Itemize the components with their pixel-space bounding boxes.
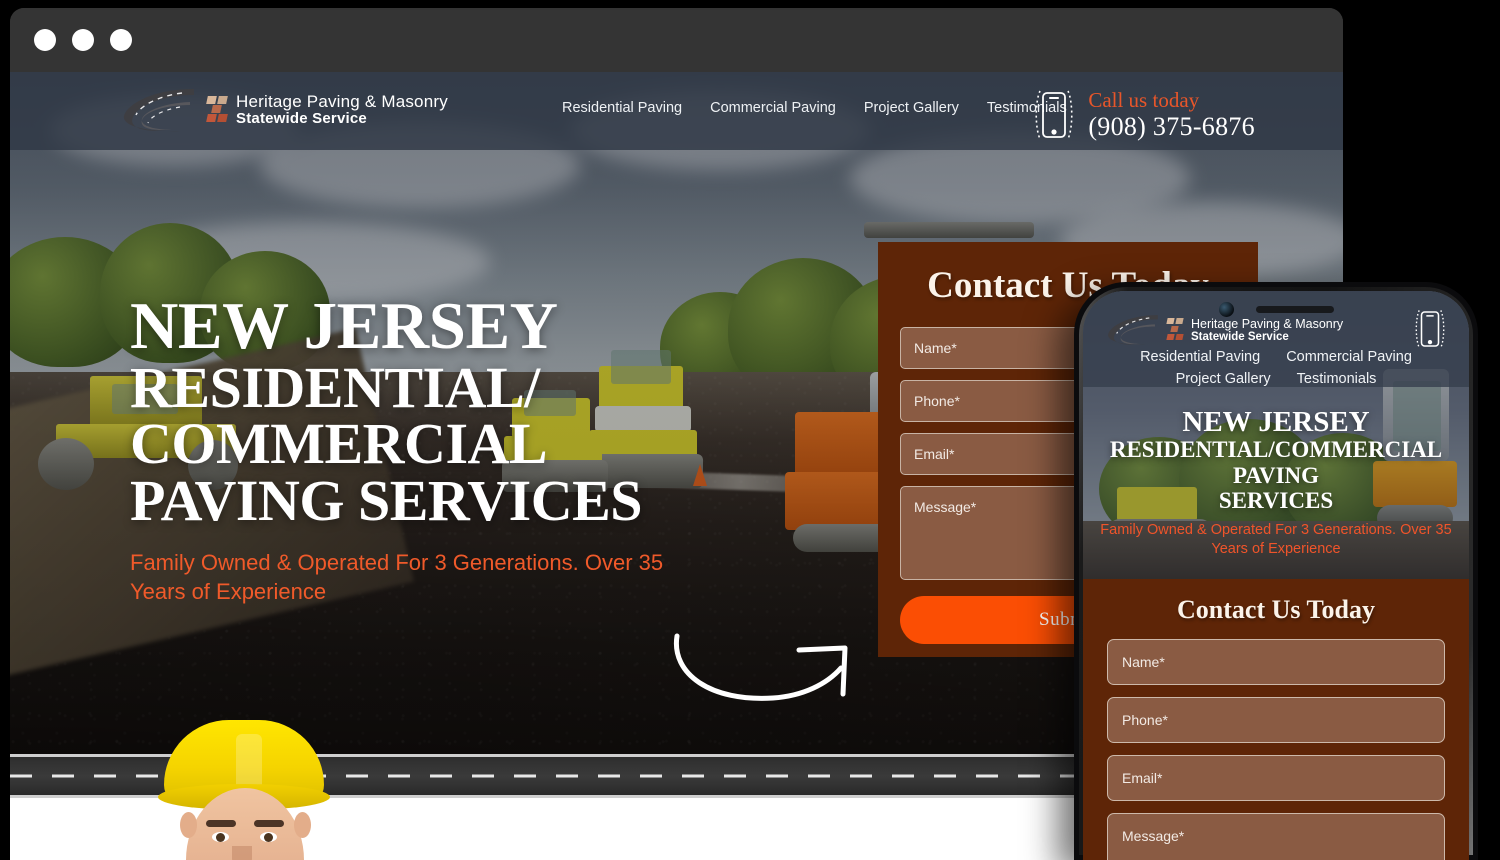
phone-mockup: Heritage Paving & Masonry Statewide Serv… <box>1074 282 1478 860</box>
window-close-dot[interactable] <box>34 29 56 51</box>
mobile-navigation: Residential Paving Commercial Paving Pro… <box>1083 349 1469 387</box>
phone-screen: Heritage Paving & Masonry Statewide Serv… <box>1083 291 1469 860</box>
nav-item-commercial-paving[interactable]: Commercial Paving <box>710 100 836 116</box>
hero-headline: NEW JERSEY RESIDENTIAL/ COMMERCIAL PAVIN… <box>130 293 770 534</box>
earpiece-speaker <box>1255 305 1334 313</box>
mobile-contact-form-card: Contact Us Today <box>1083 579 1469 860</box>
logo-tagline: Statewide Service <box>236 110 367 128</box>
phone-number[interactable]: (908) 375-6876 <box>1088 112 1255 142</box>
call-us-label: Call us today <box>1088 88 1200 112</box>
mobile-logo-tagline: Statewide Service <box>1191 330 1289 343</box>
mobile-phone-icon <box>1035 90 1073 140</box>
brick-logo-icon <box>206 95 228 125</box>
mobile-hero-subheadline: Family Owned & Operated For 3 Generation… <box>1100 522 1452 558</box>
road-logo-icon <box>123 89 194 132</box>
main-navigation: Residential Paving Commercial Paving Pro… <box>562 100 1067 116</box>
front-camera-icon <box>1218 301 1234 317</box>
screenshot-stage: Heritage Paving & Masonry Statewide Serv… <box>0 0 1500 860</box>
curved-arrow-icon <box>673 633 848 701</box>
headline-line-4: PAVING SERVICES <box>130 468 643 534</box>
site-logo[interactable]: Heritage Paving & Masonry Statewide Serv… <box>120 86 448 134</box>
mobile-email-field[interactable] <box>1107 755 1445 801</box>
mobile-nav-item-commercial-paving[interactable]: Commercial Paving <box>1286 349 1412 365</box>
logo-company-name: Heritage Paving & Masonry <box>236 92 448 112</box>
mobile-name-field[interactable] <box>1107 639 1445 685</box>
headline-line-1: NEW JERSEY <box>130 289 558 363</box>
mobile-hero-copy: NEW JERSEY RESIDENTIAL/COMMERCIAL PAVING… <box>1083 407 1469 559</box>
mobile-nav-item-project-gallery[interactable]: Project Gallery <box>1176 371 1271 387</box>
site-header: Heritage Paving & Masonry Statewide Serv… <box>10 72 1343 150</box>
window-maximize-dot[interactable] <box>110 29 132 51</box>
construction-worker-photo <box>158 720 330 860</box>
mobile-nav-item-residential-paving[interactable]: Residential Paving <box>1140 349 1260 365</box>
nav-item-residential-paving[interactable]: Residential Paving <box>562 100 682 116</box>
mobile-phone-field[interactable] <box>1107 697 1445 743</box>
browser-titlebar <box>10 8 1343 72</box>
mobile-headline-line-3: SERVICES <box>1218 488 1334 514</box>
nav-item-project-gallery[interactable]: Project Gallery <box>864 100 959 116</box>
mobile-message-field[interactable] <box>1107 813 1445 860</box>
mobile-contact-form-title: Contact Us Today <box>1177 595 1375 624</box>
mobile-headline-line-1: NEW JERSEY <box>1182 406 1370 438</box>
call-us-block[interactable]: Call us today (908) 375-6876 <box>1032 88 1255 142</box>
phone-notch <box>1083 291 1469 327</box>
mobile-hero-headline: NEW JERSEY RESIDENTIAL/COMMERCIAL PAVING… <box>1097 407 1455 513</box>
headline-line-3: COMMERCIAL <box>130 411 548 477</box>
headline-line-2: RESIDENTIAL/ <box>130 354 540 420</box>
hero-subheadline: Family Owned & Operated For 3 Generation… <box>130 550 664 605</box>
hero-copy-block: NEW JERSEY RESIDENTIAL/ COMMERCIAL PAVIN… <box>130 293 770 606</box>
window-minimize-dot[interactable] <box>72 29 94 51</box>
mobile-headline-line-2: RESIDENTIAL/COMMERCIAL PAVING <box>1109 437 1443 488</box>
mobile-nav-item-testimonials[interactable]: Testimonials <box>1297 371 1377 387</box>
